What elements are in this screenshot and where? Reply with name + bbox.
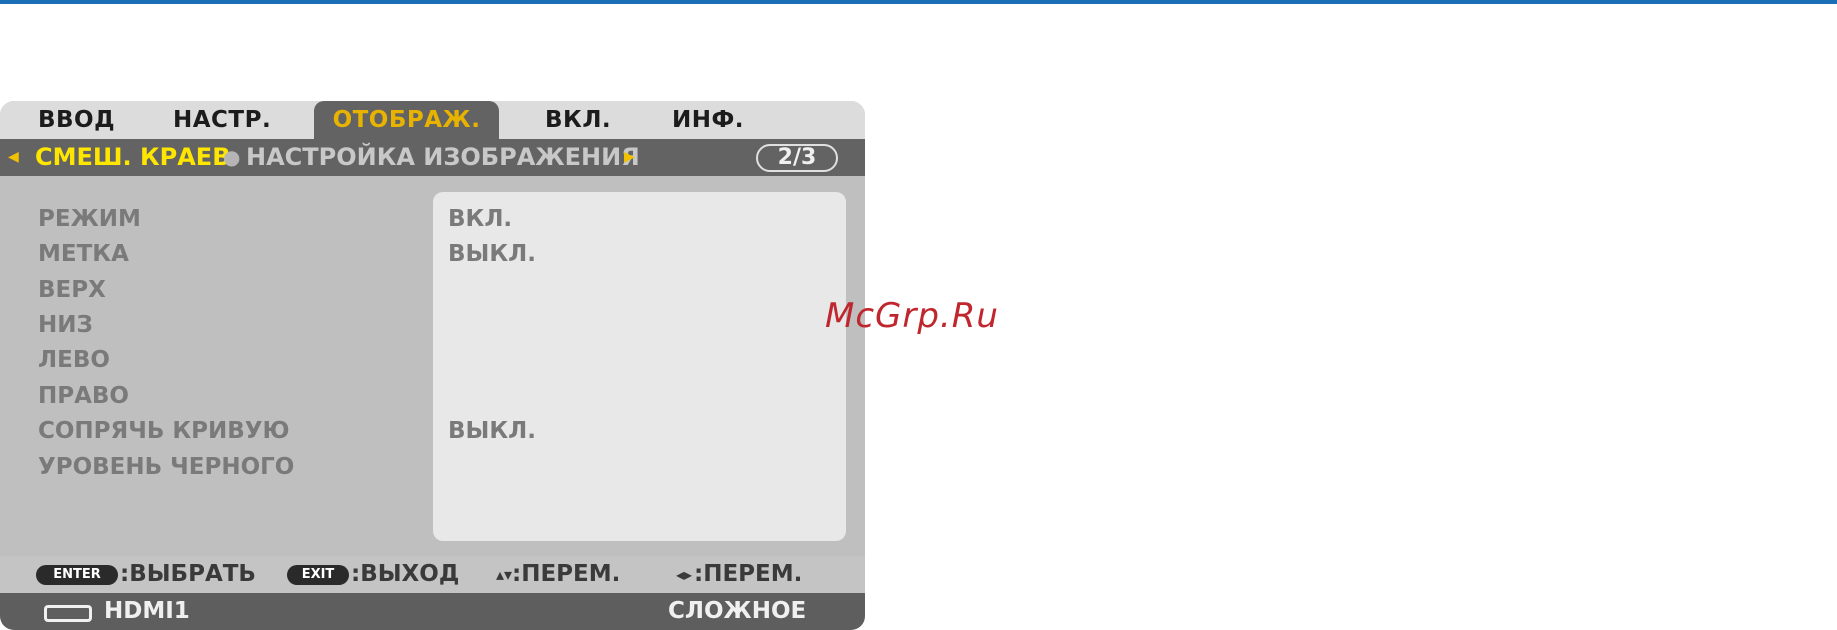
tab-on[interactable]: ВКЛ. — [545, 101, 611, 139]
menu-mode: СЛОЖНОЕ — [668, 598, 807, 624]
updown-hint: :ПЕРЕМ. — [512, 561, 621, 587]
setting-row-top[interactable]: ВЕРХ — [0, 275, 865, 305]
enter-key-badge: ENTER — [36, 565, 118, 585]
setting-value[interactable]: ВЫКЛ. — [448, 239, 536, 269]
setting-value[interactable]: ВЫКЛ. — [448, 416, 536, 446]
submenu-next[interactable]: НАСТРОЙКА ИЗОБРАЖЕНИЯ — [246, 139, 640, 176]
tab-display[interactable]: ОТОБРАЖ. — [314, 101, 499, 139]
setting-row-right[interactable]: ПРАВО — [0, 381, 865, 411]
exit-hint: :ВЫХОД — [351, 561, 460, 587]
up-down-icon: ▴▾ — [496, 565, 513, 584]
tab-info[interactable]: ИНФ. — [672, 101, 744, 139]
triangle-left-icon[interactable]: ◀ — [8, 139, 19, 176]
osd-menu: ВВОД НАСТР. ОТОБРАЖ. ВКЛ. ИНФ. ◀ СМЕШ. К… — [0, 101, 865, 630]
setting-label: ПРАВО — [38, 383, 129, 409]
separator-dot: ● — [223, 145, 241, 169]
setting-label: ВЕРХ — [38, 277, 106, 303]
submenu-current[interactable]: СМЕШ. КРАЕВ — [35, 139, 230, 176]
setting-value[interactable]: ВКЛ. — [448, 204, 512, 234]
triangle-right-icon[interactable]: ▶ — [624, 139, 635, 176]
tab-setup[interactable]: НАСТР. — [173, 101, 271, 139]
submenu-header: ◀ СМЕШ. КРАЕВ ● НАСТРОЙКА ИЗОБРАЖЕНИЯ ▶ … — [0, 139, 865, 176]
page-indicator: 2/3 — [756, 144, 838, 172]
setting-row-bottom[interactable]: НИЗ — [0, 310, 865, 340]
top-rule — [0, 0, 1837, 4]
setting-row-mode[interactable]: РЕЖИМ ВКЛ. — [0, 204, 865, 234]
input-source: HDMI1 — [104, 598, 190, 624]
key-hint-bar: ENTER :ВЫБРАТЬ EXIT :ВЫХОД ▴▾ :ПЕРЕМ. ◂▸… — [0, 556, 865, 593]
setting-label: УРОВЕНЬ ЧЕРНОГО — [38, 454, 295, 480]
setting-row-marker[interactable]: МЕТКА ВЫКЛ. — [0, 239, 865, 269]
status-bar: HDMI1 СЛОЖНОЕ — [0, 593, 865, 630]
exit-key-badge: EXIT — [287, 565, 349, 585]
tab-bar: ВВОД НАСТР. ОТОБРАЖ. ВКЛ. ИНФ. — [0, 101, 865, 139]
setting-row-curve[interactable]: СОПРЯЧЬ КРИВУЮ ВЫКЛ. — [0, 416, 865, 446]
setting-label: НИЗ — [38, 312, 93, 338]
setting-row-black-level[interactable]: УРОВЕНЬ ЧЕРНОГО — [0, 452, 865, 482]
settings-panel: РЕЖИМ ВКЛ. МЕТКА ВЫКЛ. ВЕРХ НИЗ ЛЕВО ПРА… — [0, 176, 865, 556]
setting-label: СОПРЯЧЬ КРИВУЮ — [38, 418, 290, 444]
setting-label: МЕТКА — [38, 241, 129, 267]
setting-label: РЕЖИМ — [38, 206, 141, 232]
hdmi-icon — [44, 605, 92, 622]
setting-label: ЛЕВО — [38, 347, 110, 373]
tab-input[interactable]: ВВОД — [38, 101, 115, 139]
enter-hint: :ВЫБРАТЬ — [120, 561, 256, 587]
leftright-hint: :ПЕРЕМ. — [694, 561, 803, 587]
watermark: McGrp.Ru — [825, 296, 999, 336]
left-right-icon: ◂▸ — [676, 565, 693, 584]
setting-row-left[interactable]: ЛЕВО — [0, 345, 865, 375]
